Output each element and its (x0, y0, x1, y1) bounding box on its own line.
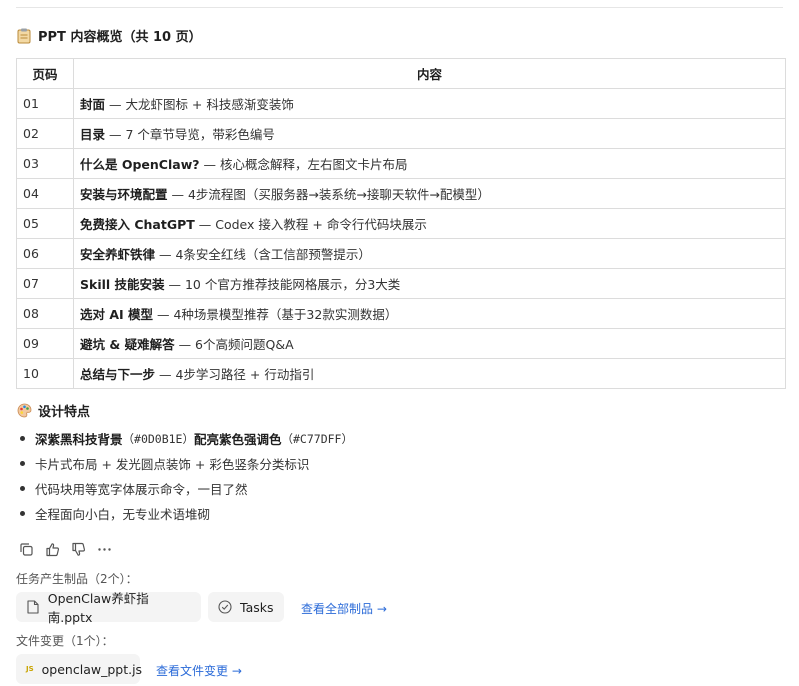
content-cell: 避坑 & 疑难解答 — 6个高频问题Q&A (73, 328, 786, 359)
slide-description: — 6个高频问题Q&A (174, 337, 294, 352)
slide-title: 目录 (80, 127, 106, 142)
content-cell: 封面 — 大龙虾图标 + 科技感渐变装饰 (73, 88, 786, 119)
table-row: 04 安装与环境配置 — 4步流程图（买服务器→装系统→接聊天软件→配模型） (16, 178, 786, 209)
clipboard-icon (16, 28, 32, 44)
page-number-cell: 06 (16, 238, 74, 269)
page-number-cell: 07 (16, 268, 74, 299)
content-cell: 安装与环境配置 — 4步流程图（买服务器→装系统→接聊天软件→配模型） (73, 178, 786, 209)
bullet-dot (20, 511, 25, 516)
color-code-1: （#0D0B1E） (122, 431, 194, 446)
top-divider (16, 7, 783, 8)
slide-description: — 4种场景模型推荐（基于32款实测数据） (153, 307, 398, 322)
content-cell: 安全养虾铁律 — 4条安全红线（含工信部预警提示） (73, 238, 786, 269)
feature-text: 卡片式布局 + 发光圆点装饰 + 彩色竖条分类标识 (35, 457, 310, 472)
slides-table: 页码 内容 01 封面 — 大龙虾图标 + 科技感渐变装饰 02 目录 — 7 个章节… (16, 58, 786, 389)
js-badge: JS (26, 665, 34, 673)
table-row: 01 封面 — 大龙虾图标 + 科技感渐变装饰 (16, 88, 786, 119)
slide-description: — 4条安全红线（含工信部预警提示） (155, 247, 371, 262)
table-row: 08 选对 AI 模型 — 4种场景模型推荐（基于32款实测数据） (16, 298, 786, 329)
file-changes-label: 文件变更（1个）： (16, 634, 114, 648)
view-file-changes-link[interactable]: 查看文件变更 → (156, 662, 242, 679)
slide-description: — 7 个章节导览，带彩色编号 (105, 127, 275, 142)
slide-title: 封面 (80, 97, 106, 112)
page-number-cell: 04 (16, 178, 74, 209)
page-number-cell: 02 (16, 118, 74, 149)
bullet-dot (20, 461, 25, 466)
js-file-icon: JS (26, 662, 34, 676)
slide-title: 免费接入 ChatGPT (80, 217, 195, 232)
feature-bold-2: 配亮紫色强调色 (193, 432, 282, 447)
slide-description: — 核心概念解释，左右图文卡片布局 (199, 157, 408, 172)
artifacts-label: 任务产生制品（2个）： (16, 572, 138, 586)
design-title: 设计特点 (38, 405, 91, 420)
feature-bold-1: 深紫黑科技背景 (35, 432, 123, 447)
column-header-content: 内容 (73, 58, 786, 89)
bullet-dot (20, 436, 25, 441)
table-row: 02 目录 — 7 个章节导览，带彩色编号 (16, 118, 786, 149)
overview-title: PPT 内容概览（共 10 页） (38, 30, 202, 45)
table-row: 07 Skill 技能安装 — 10 个官方推荐技能网格展示，分3大类 (16, 268, 786, 299)
content-cell: 目录 — 7 个章节导览，带彩色编号 (73, 118, 786, 149)
overview-heading: PPT 内容概览（共 10 页） (16, 26, 202, 45)
artifact-tasks-chip[interactable]: Tasks (208, 592, 284, 622)
content-cell: Skill 技能安装 — 10 个官方推荐技能网格展示，分3大类 (73, 268, 786, 299)
slide-title: 安装与环境配置 (80, 187, 168, 202)
page-number-cell: 09 (16, 328, 74, 359)
slide-description: — 10 个官方推荐技能网格展示，分3大类 (164, 277, 401, 292)
slide-title: 安全养虾铁律 (80, 247, 156, 262)
slide-title: 避坑 & 疑难解答 (80, 337, 175, 352)
color-code-2: （#C77DFF） (281, 431, 353, 446)
palette-icon (16, 403, 32, 419)
list-item: 卡片式布局 + 发光圆点装饰 + 彩色竖条分类标识 (16, 451, 353, 476)
thumbs-down-icon[interactable] (70, 541, 86, 557)
design-heading: 设计特点 (16, 401, 90, 420)
column-header-page: 页码 (16, 58, 74, 89)
page-number-cell: 01 (16, 88, 74, 119)
content-cell: 什么是 OpenClaw? — 核心概念解释，左右图文卡片布局 (73, 148, 786, 179)
table-row: 03 什么是 OpenClaw? — 核心概念解释，左右图文卡片布局 (16, 148, 786, 179)
changed-file-chip[interactable]: JS openclaw_ppt.js (16, 654, 143, 684)
content-cell: 免费接入 ChatGPT — Codex 接入教程 + 命令行代码块展示 (73, 208, 786, 239)
message-actions (18, 541, 112, 557)
more-icon[interactable] (96, 541, 112, 557)
list-item: 深紫黑科技背景 （#0D0B1E） 配亮紫色强调色 （#C77DFF） (16, 426, 353, 451)
slide-title: 什么是 OpenClaw? (80, 157, 200, 172)
table-row: 05 免费接入 ChatGPT — Codex 接入教程 + 命令行代码块展示 (16, 208, 786, 239)
slide-description: — 4步学习路径 + 行动指引 (155, 367, 315, 382)
list-item: 代码块用等宽字体展示命令，一目了然 (16, 476, 353, 501)
page-number-cell: 05 (16, 208, 74, 239)
thumbs-up-icon[interactable] (44, 541, 60, 557)
copy-icon[interactable] (18, 541, 34, 557)
bullet-dot (20, 486, 25, 491)
slide-title: 总结与下一步 (80, 367, 156, 382)
slide-title: 选对 AI 模型 (80, 307, 154, 322)
table-row: 09 避坑 & 疑难解答 — 6个高频问题Q&A (16, 328, 786, 359)
feature-text: 代码块用等宽字体展示命令，一目了然 (35, 482, 248, 497)
check-circle-icon (218, 600, 232, 614)
slide-description: — 大龙虾图标 + 科技感渐变装饰 (105, 97, 294, 112)
artifact-pptx-chip[interactable]: OpenClaw养虾指南.pptx (16, 591, 201, 625)
content-cell: 选对 AI 模型 — 4种场景模型推荐（基于32款实测数据） (73, 298, 786, 329)
feature-text: 全程面向小白，无专业术语堆砌 (35, 507, 211, 522)
content-cell: 总结与下一步 — 4步学习路径 + 行动指引 (73, 358, 786, 389)
slide-description: — 4步流程图（买服务器→装系统→接聊天软件→配模型） (167, 187, 490, 202)
artifact-pptx-name: OpenClaw养虾指南.pptx (47, 591, 149, 625)
file-icon (26, 600, 40, 614)
list-item: 全程面向小白，无专业术语堆砌 (16, 501, 353, 526)
view-all-artifacts-link[interactable]: 查看全部制品 → (301, 600, 387, 617)
artifact-tasks-name: Tasks (240, 599, 274, 615)
page-number-cell: 10 (16, 358, 74, 389)
table-row: 10 总结与下一步 — 4步学习路径 + 行动指引 (16, 358, 786, 389)
table-header-row: 页码 内容 (16, 58, 786, 89)
changed-file-name: openclaw_ppt.js (41, 661, 143, 677)
table-row: 06 安全养虾铁律 — 4条安全红线（含工信部预警提示） (16, 238, 786, 269)
page-number-cell: 03 (16, 148, 74, 179)
slide-description: — Codex 接入教程 + 命令行代码块展示 (194, 217, 427, 232)
design-features-list: 深紫黑科技背景 （#0D0B1E） 配亮紫色强调色 （#C77DFF） 卡片式布… (16, 426, 353, 526)
page-number-cell: 08 (16, 298, 74, 329)
slide-title: Skill 技能安装 (80, 277, 165, 292)
